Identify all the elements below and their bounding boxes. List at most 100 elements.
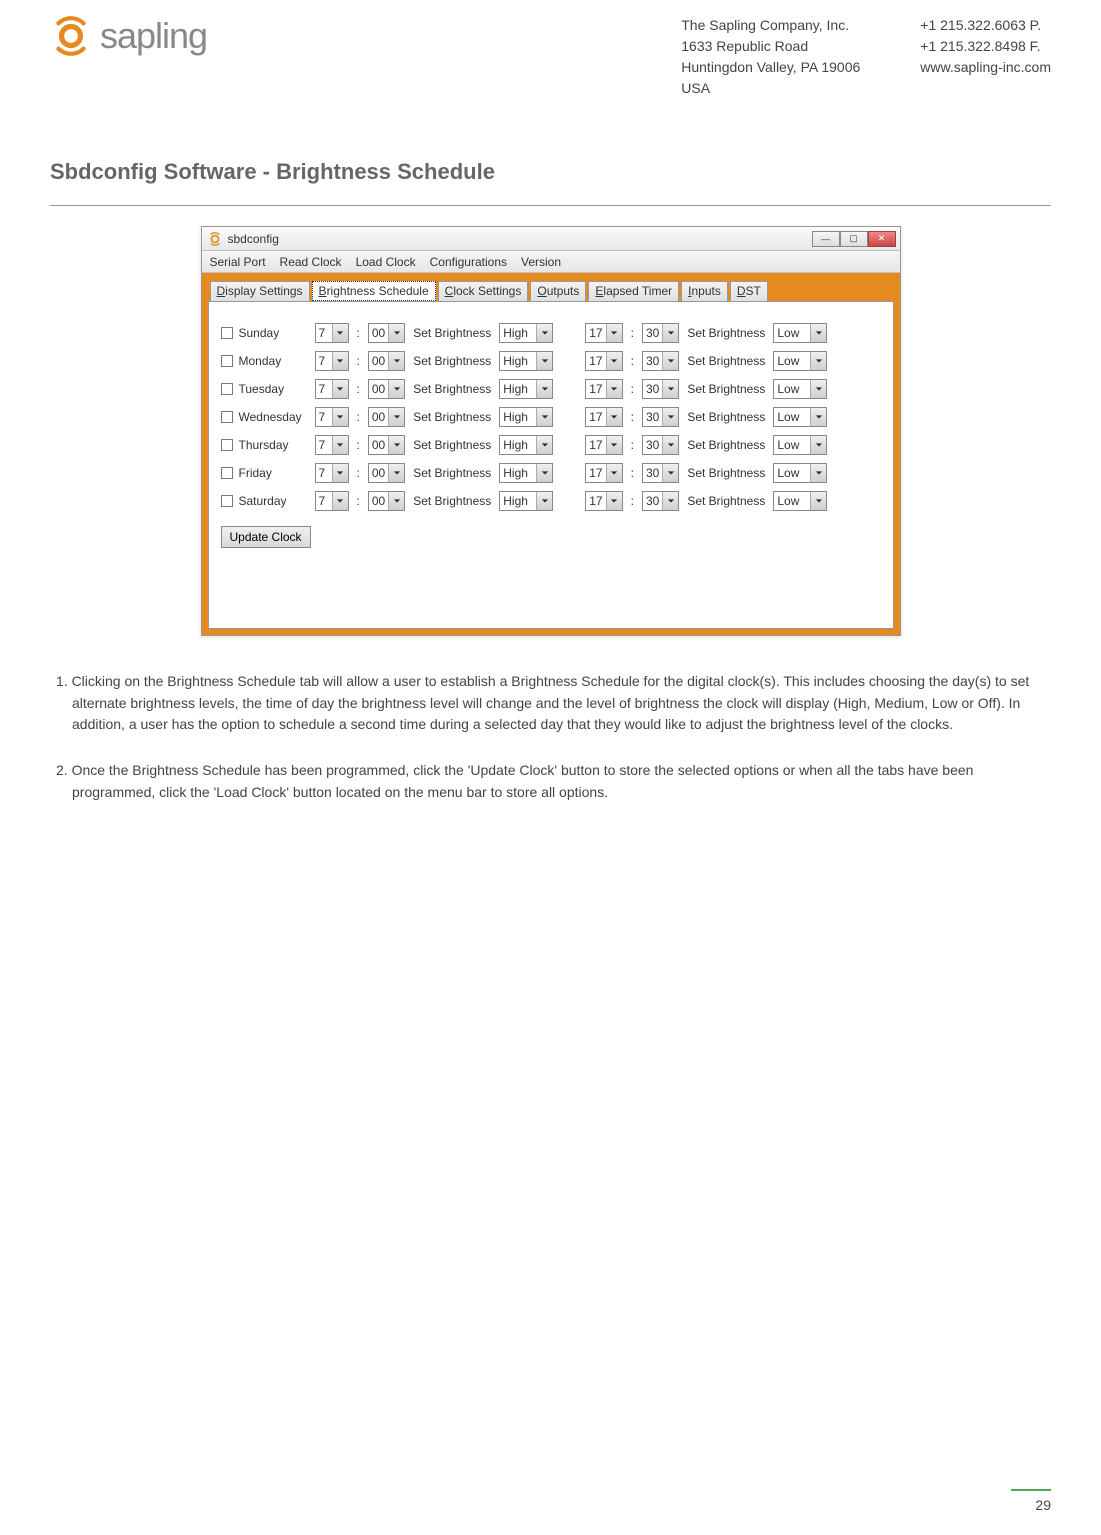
minute1-select[interactable]: 00 [368, 491, 405, 511]
brightness2-select[interactable]: Low [773, 407, 827, 427]
minute1-select[interactable]: 00 [368, 351, 405, 371]
hour2-select[interactable]: 17 [585, 351, 622, 371]
minimize-button[interactable]: — [812, 231, 840, 247]
day-label: Wednesday [239, 410, 309, 424]
set-brightness-label: Set Brightness [687, 326, 765, 340]
schedule-row-sunday: Sunday7:00Set BrightnessHigh17:30Set Bri… [221, 322, 881, 344]
contact-web: www.sapling-inc.com [920, 57, 1051, 78]
hour1-select[interactable]: 7 [315, 323, 349, 343]
hour2-select[interactable]: 17 [585, 379, 622, 399]
set-brightness-label: Set Brightness [413, 466, 491, 480]
hour1-select[interactable]: 7 [315, 351, 349, 371]
chevron-down-icon [810, 492, 826, 510]
minute2-select[interactable]: 30 [642, 351, 679, 371]
tab-inputs[interactable]: Inputs [681, 281, 728, 301]
chevron-down-icon [810, 352, 826, 370]
set-brightness-label: Set Brightness [413, 410, 491, 424]
brightness2-select[interactable]: Low [773, 435, 827, 455]
brand-name: sapling [100, 15, 207, 57]
day-label: Tuesday [239, 382, 309, 396]
tab-elapsed-timer[interactable]: Elapsed Timer [588, 281, 679, 301]
hour2-select[interactable]: 17 [585, 323, 622, 343]
minute2-select[interactable]: 30 [642, 463, 679, 483]
set-brightness-label: Set Brightness [413, 354, 491, 368]
brightness2-select[interactable]: Low [773, 463, 827, 483]
minute1-select[interactable]: 00 [368, 407, 405, 427]
minute2-select[interactable]: 30 [642, 491, 679, 511]
close-button[interactable]: ✕ [868, 231, 896, 247]
hour2-select[interactable]: 17 [585, 491, 622, 511]
menu-read-clock[interactable]: Read Clock [280, 255, 342, 269]
menu-serial-port[interactable]: Serial Port [210, 255, 266, 269]
hour2-select[interactable]: 17 [585, 407, 622, 427]
set-brightness-label: Set Brightness [687, 410, 765, 424]
chevron-down-icon [388, 352, 404, 370]
minute1-select[interactable]: 00 [368, 379, 405, 399]
tab-outputs[interactable]: Outputs [530, 281, 586, 301]
page-header: sapling The Sapling Company, Inc. 1633 R… [50, 15, 1051, 99]
menu-version[interactable]: Version [521, 255, 561, 269]
addr-line3: Huntingdon Valley, PA 19006 [681, 57, 860, 78]
divider [50, 205, 1051, 206]
menu-configurations[interactable]: Configurations [430, 255, 507, 269]
day-label: Thursday [239, 438, 309, 452]
maximize-button[interactable]: ▢ [840, 231, 868, 247]
day-checkbox[interactable] [221, 383, 233, 395]
brightness-schedule-panel: Sunday7:00Set BrightnessHigh17:30Set Bri… [208, 301, 894, 629]
chevron-down-icon [388, 436, 404, 454]
menu-load-clock[interactable]: Load Clock [356, 255, 416, 269]
sapling-logo-icon [50, 15, 92, 57]
chevron-down-icon [536, 464, 552, 482]
hour2-select[interactable]: 17 [585, 435, 622, 455]
minute2-select[interactable]: 30 [642, 407, 679, 427]
brightness1-select[interactable]: High [499, 463, 553, 483]
brightness2-select[interactable]: Low [773, 491, 827, 511]
chevron-down-icon [662, 380, 678, 398]
day-checkbox[interactable] [221, 467, 233, 479]
minute1-select[interactable]: 00 [368, 435, 405, 455]
hour1-select[interactable]: 7 [315, 407, 349, 427]
brightness1-select[interactable]: High [499, 323, 553, 343]
minute2-select[interactable]: 30 [642, 323, 679, 343]
chevron-down-icon [606, 380, 622, 398]
set-brightness-label: Set Brightness [687, 494, 765, 508]
day-checkbox[interactable] [221, 327, 233, 339]
app-icon [208, 232, 222, 246]
set-brightness-label: Set Brightness [413, 382, 491, 396]
tab-display-settings[interactable]: Display Settings [210, 281, 310, 301]
logo: sapling [50, 15, 207, 57]
brightness2-select[interactable]: Low [773, 379, 827, 399]
hour1-select[interactable]: 7 [315, 379, 349, 399]
tab-brightness-schedule[interactable]: Brightness Schedule [312, 281, 436, 301]
hour1-select[interactable]: 7 [315, 435, 349, 455]
brightness2-select[interactable]: Low [773, 351, 827, 371]
tab-clock-settings[interactable]: Clock Settings [438, 281, 529, 301]
minute2-select[interactable]: 30 [642, 435, 679, 455]
chevron-down-icon [606, 492, 622, 510]
chevron-down-icon [662, 352, 678, 370]
hour1-select[interactable]: 7 [315, 491, 349, 511]
chevron-down-icon [662, 324, 678, 342]
minute2-select[interactable]: 30 [642, 379, 679, 399]
set-brightness-label: Set Brightness [413, 494, 491, 508]
day-checkbox[interactable] [221, 495, 233, 507]
day-checkbox[interactable] [221, 439, 233, 451]
brightness1-select[interactable]: High [499, 491, 553, 511]
hour1-select[interactable]: 7 [315, 463, 349, 483]
tab-dst[interactable]: DST [730, 281, 768, 301]
day-label: Sunday [239, 326, 309, 340]
brightness1-select[interactable]: High [499, 351, 553, 371]
brightness1-select[interactable]: High [499, 379, 553, 399]
chevron-down-icon [536, 380, 552, 398]
brightness1-select[interactable]: High [499, 407, 553, 427]
hour2-select[interactable]: 17 [585, 463, 622, 483]
minute1-select[interactable]: 00 [368, 463, 405, 483]
brightness1-select[interactable]: High [499, 435, 553, 455]
day-checkbox[interactable] [221, 355, 233, 367]
addr-line1: The Sapling Company, Inc. [681, 15, 860, 36]
day-checkbox[interactable] [221, 411, 233, 423]
minute1-select[interactable]: 00 [368, 323, 405, 343]
addr-line4: USA [681, 78, 860, 99]
brightness2-select[interactable]: Low [773, 323, 827, 343]
update-clock-button[interactable]: Update Clock [221, 526, 311, 548]
